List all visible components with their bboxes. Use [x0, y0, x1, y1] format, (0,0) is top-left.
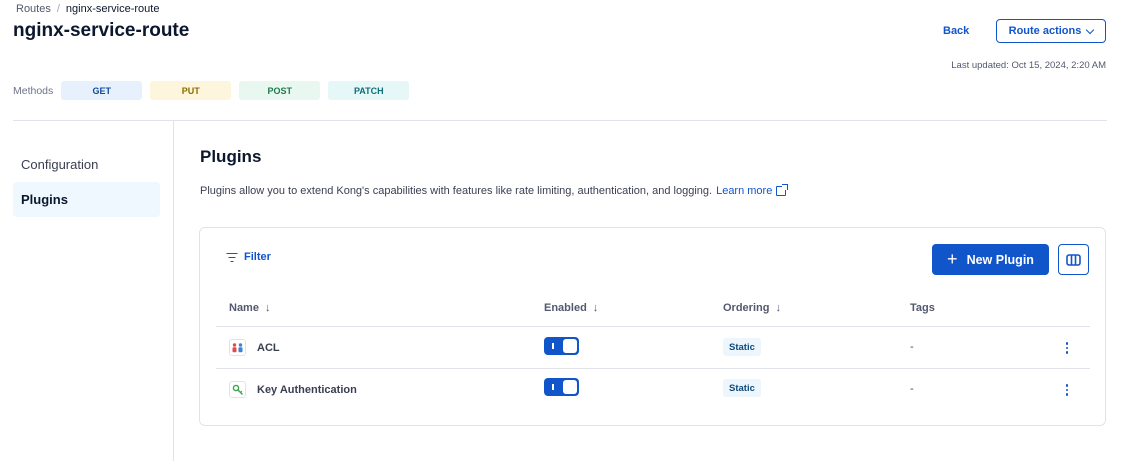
sort-arrow-icon: ↓ [264, 302, 271, 314]
row-divider [216, 368, 1090, 369]
sidebar-item-label: Plugins [21, 192, 68, 207]
section-description: Plugins allow you to extend Kong's capab… [200, 184, 789, 197]
learn-more-link[interactable]: Learn more [716, 184, 789, 197]
tags-cell: - [910, 383, 914, 395]
learn-more-label: Learn more [716, 185, 773, 197]
new-plugin-label: New Plugin [966, 252, 1034, 267]
header-divider [13, 120, 1107, 121]
method-badge-get: GET [61, 81, 143, 100]
plugin-name: Key Authentication [257, 383, 357, 396]
breadcrumb-routes-link[interactable]: Routes [16, 3, 51, 15]
column-visibility-button[interactable] [1058, 244, 1089, 275]
methods-row: Methods GET PUT POST PATCH [13, 81, 417, 100]
method-badge-patch: PATCH [328, 81, 410, 100]
method-badge-post: POST [239, 81, 321, 100]
route-actions-dropdown[interactable]: Route actions [996, 19, 1106, 43]
filter-icon [226, 252, 237, 262]
plus-icon: + [947, 248, 958, 269]
route-actions-label: Route actions [1008, 25, 1082, 37]
sort-arrow-icon: ↓ [775, 302, 781, 314]
row-actions-kebab-icon[interactable] [1065, 384, 1069, 396]
column-header-label: Ordering [723, 302, 770, 314]
column-header-enabled[interactable]: Enabled ↓ [544, 302, 598, 314]
plugin-name: ACL [257, 341, 280, 354]
column-header-ordering[interactable]: Ordering ↓ [723, 302, 781, 314]
section-title: Plugins [200, 147, 262, 166]
sidebar-divider [173, 121, 174, 461]
last-updated-text: Last updated: Oct 15, 2024, 2:20 AM [951, 60, 1106, 71]
sidebar-item-configuration[interactable]: Configuration [13, 147, 160, 182]
breadcrumb-current: nginx-service-route [65, 3, 160, 15]
sidebar-item-label: Configuration [21, 157, 99, 172]
table-row-name[interactable]: ACL [229, 339, 280, 356]
filter-button[interactable]: Filter [226, 251, 271, 263]
column-header-label: Tags [910, 302, 935, 314]
chevron-down-icon [1086, 25, 1095, 34]
row-actions-kebab-icon[interactable] [1065, 342, 1069, 354]
ordering-badge: Static [723, 379, 761, 397]
page-title: nginx-service-route [13, 20, 190, 41]
table-row-name[interactable]: Key Authentication [229, 381, 357, 398]
column-header-label: Name [229, 302, 259, 314]
enabled-toggle[interactable] [544, 378, 579, 396]
methods-label: Methods [13, 84, 54, 97]
enabled-toggle[interactable] [544, 337, 579, 355]
row-divider [216, 326, 1090, 327]
new-plugin-button[interactable]: + New Plugin [932, 244, 1049, 275]
back-button[interactable]: Back [936, 19, 976, 43]
columns-icon [1066, 253, 1081, 266]
column-header-tags: Tags [910, 302, 935, 314]
sort-arrow-icon: ↓ [592, 302, 599, 314]
tags-cell: - [910, 341, 914, 353]
ordering-badge: Static [723, 338, 761, 356]
description-text: Plugins allow you to extend Kong's capab… [200, 185, 713, 197]
column-header-label: Enabled [544, 302, 587, 314]
acl-icon [229, 339, 246, 356]
method-badge-put: PUT [150, 81, 232, 100]
external-link-icon [776, 184, 789, 196]
column-header-name[interactable]: Name ↓ [229, 302, 270, 314]
breadcrumb: Routes / nginx-service-route [16, 3, 159, 15]
sidebar-item-plugins[interactable]: Plugins [13, 182, 160, 217]
filter-label: Filter [244, 251, 271, 263]
breadcrumb-separator: / [56, 3, 60, 15]
key-auth-icon [229, 381, 246, 398]
